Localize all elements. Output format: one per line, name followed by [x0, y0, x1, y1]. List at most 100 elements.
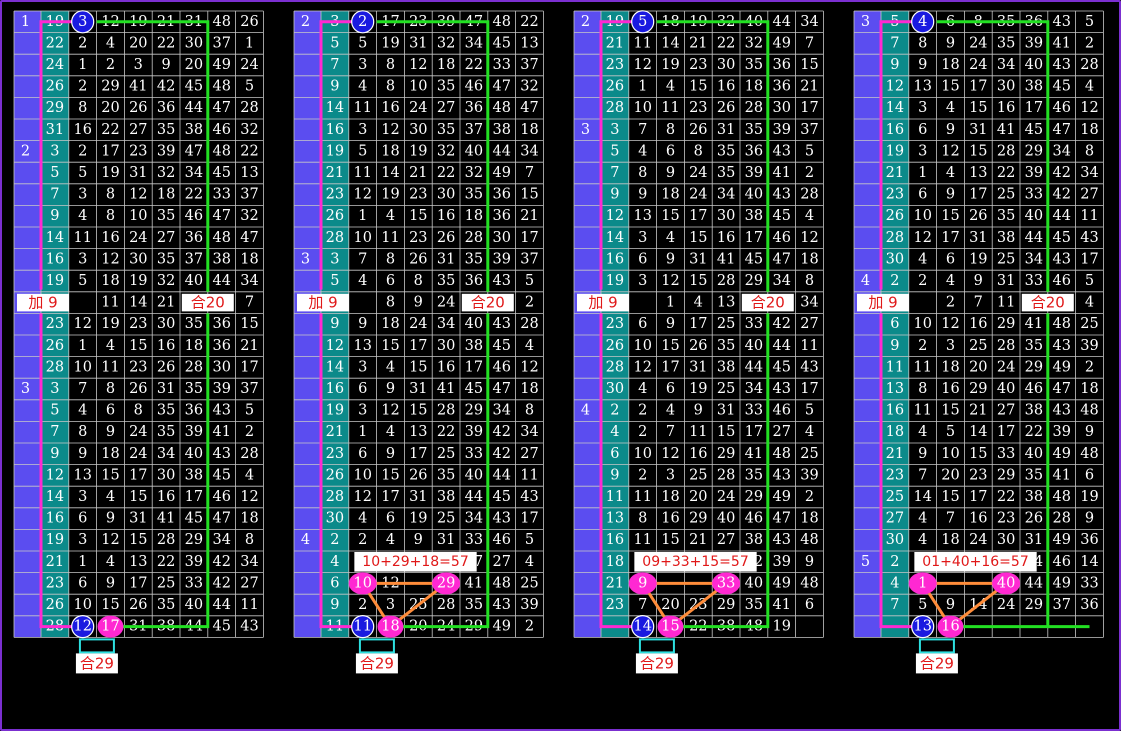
cell-value: 12	[1080, 100, 1098, 116]
cell-value: 9	[386, 446, 395, 462]
cell-value: 11	[240, 597, 258, 613]
cell-value: 39	[492, 251, 510, 267]
cell-value: 4	[918, 251, 927, 267]
cell-value: 18	[157, 187, 175, 203]
cell-value: 34	[800, 295, 818, 311]
cell-value: 1	[358, 208, 367, 224]
cell-value: 45	[212, 619, 230, 635]
cell-value: 11	[886, 359, 904, 375]
cell-value: 31	[409, 35, 427, 51]
cell-value: 15	[941, 489, 959, 505]
cell-value: 36	[492, 208, 510, 224]
cell-value: 2	[525, 619, 534, 635]
cell-value: 40	[745, 575, 763, 591]
cell-value: 7	[525, 165, 534, 181]
cell-value: 24	[409, 316, 427, 332]
cell-value: 42	[157, 79, 175, 95]
cell-value: 9	[161, 57, 170, 73]
cell-value: 17	[101, 143, 119, 159]
cell-value: 16	[886, 403, 904, 419]
top-circle-value: 4	[918, 14, 927, 30]
row-index: 4	[581, 403, 590, 419]
cell-value: 9	[946, 597, 955, 613]
cell-value: 41	[1052, 467, 1070, 483]
cell-value: 14	[886, 100, 904, 116]
cell-value: 3	[358, 57, 367, 73]
cell-value: 6	[890, 316, 899, 332]
cell-value: 18	[520, 122, 538, 138]
cell-value: 46	[772, 403, 790, 419]
cell-value: 16	[717, 230, 735, 246]
cell-value: 40	[465, 467, 483, 483]
cell-value: 30	[492, 230, 510, 246]
cell-value: 23	[886, 187, 904, 203]
cell-value: 18	[185, 338, 203, 354]
cell-value: 4	[666, 79, 675, 95]
panel-3: 2195181932404434211114212232497231219233…	[573, 10, 824, 674]
cell-value: 19	[129, 273, 147, 289]
cell-value: 5	[1085, 14, 1094, 30]
cell-value: 7	[78, 381, 87, 397]
cell-value: 30	[997, 532, 1015, 548]
cell-value: 16	[606, 251, 624, 267]
cell-value: 28	[437, 403, 455, 419]
cell-value: 47	[772, 511, 790, 527]
cell-value: 39	[157, 143, 175, 159]
cell-value: 17	[969, 187, 987, 203]
cell-value: 34	[240, 273, 258, 289]
bottom-magenta-value: 16	[941, 619, 959, 635]
cell-value: 22	[437, 424, 455, 440]
cell-value: 7	[610, 165, 619, 181]
cell-value: 15	[101, 597, 119, 613]
cell-value: 10	[913, 316, 931, 332]
row-index: 2	[21, 143, 30, 159]
cell-value: 39	[772, 122, 790, 138]
cell-value: 23	[129, 316, 147, 332]
cell-value: 9	[50, 446, 59, 462]
cell-value: 34	[1052, 143, 1070, 159]
cell-value: 23	[326, 187, 344, 203]
cell-value: 15	[689, 230, 707, 246]
cell-value: 3	[78, 187, 87, 203]
cell-value: 9	[890, 338, 899, 354]
cell-value: 30	[326, 511, 344, 527]
cell-value: 9	[805, 554, 814, 570]
cell-value: 36	[745, 143, 763, 159]
cell-value: 39	[212, 381, 230, 397]
cell-value: 17	[689, 208, 707, 224]
cell-value: 34	[185, 165, 203, 181]
cell-value: 7	[890, 35, 899, 51]
cell-value: 17	[465, 359, 483, 375]
cell-value: 24	[969, 532, 987, 548]
cell-value: 11	[633, 35, 651, 51]
cell-value: 48	[1052, 489, 1070, 505]
cell-value: 15	[800, 57, 818, 73]
cell-value: 4	[1085, 295, 1094, 311]
cell-value: 36	[772, 57, 790, 73]
cell-value: 22	[101, 122, 119, 138]
cell-value: 40	[465, 143, 483, 159]
cell-value: 32	[520, 79, 538, 95]
cell-value: 7	[946, 511, 955, 527]
cell-value: 17	[745, 424, 763, 440]
cell-value: 37	[240, 381, 258, 397]
cell-value: 35	[1025, 467, 1043, 483]
cell-value: 6	[106, 403, 115, 419]
cell-value: 30	[437, 338, 455, 354]
cell-value: 35	[157, 208, 175, 224]
cell-value: 39	[772, 554, 790, 570]
cell-value: 12	[73, 316, 91, 332]
cell-value: 5	[805, 143, 814, 159]
cell-value: 38	[185, 122, 203, 138]
cell-value: 49	[772, 489, 790, 505]
cell-value: 35	[157, 403, 175, 419]
cell-value: 45	[212, 165, 230, 181]
cell-value: 31	[969, 122, 987, 138]
cell-value: 9	[694, 403, 703, 419]
cell-value: 18	[886, 424, 904, 440]
cell-value: 1	[358, 424, 367, 440]
sum-label: 合20	[471, 294, 505, 312]
cell-value: 7	[638, 122, 647, 138]
cell-value: 2	[805, 489, 814, 505]
cell-value: 7	[330, 57, 339, 73]
